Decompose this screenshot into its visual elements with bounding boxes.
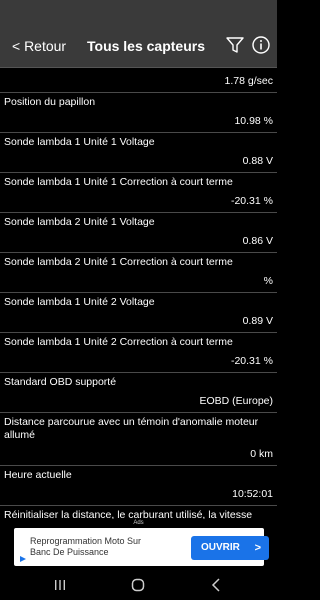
sensor-value: 0.89 V: [242, 315, 273, 327]
ad-text[interactable]: Reprogrammation Moto Sur Banc De Puissan…: [30, 536, 160, 558]
filter-icon[interactable]: [226, 36, 244, 54]
ad-open-label: OUVRIR: [201, 542, 240, 553]
app-header: < Retour Tous les capteurs: [0, 0, 277, 68]
sensor-value: -20.31 %: [230, 195, 273, 207]
sensor-row: Heure actuelle 10:52:01: [0, 466, 277, 506]
back-button[interactable]: < Retour: [12, 38, 66, 54]
sensor-row: Sonde lambda 2 Unité 1 Correction à cour…: [0, 253, 277, 293]
sensor-label: Sonde lambda 2 Unité 1 Voltage: [4, 216, 155, 228]
sensor-label: Position du papillon: [4, 96, 96, 108]
sensor-row: Sonde lambda 1 Unité 2 Voltage 0.89 V: [0, 293, 277, 333]
sensor-label: Sonde lambda 2 Unité 1 Correction à cour…: [4, 256, 233, 268]
sensor-value: 10:52:01: [232, 488, 273, 500]
sensor-label: Heure actuelle: [4, 469, 72, 481]
sensor-value: EOBD (Europe): [199, 395, 273, 407]
sensor-row: 1.78 g/sec: [0, 69, 277, 93]
sensor-list: 1.78 g/sec Position du papillon 10.98 % …: [0, 69, 277, 519]
sensor-value: -20.31 %: [230, 355, 273, 367]
sensor-value: 0.86 V: [242, 235, 273, 247]
sensor-row: Standard OBD supporté EOBD (Europe): [0, 373, 277, 413]
sensor-value: 0.88 V: [242, 155, 273, 167]
sensor-row: Sonde lambda 2 Unité 1 Voltage 0.86 V: [0, 213, 277, 253]
sensor-row: Distance parcourue avec un témoin d'anom…: [0, 413, 277, 466]
sensor-label: Sonde lambda 1 Unité 2 Voltage: [4, 296, 155, 308]
sensor-row: Sonde lambda 1 Unité 1 Correction à cour…: [0, 173, 277, 213]
sensor-row: Réinitialiser la distance, le carburant …: [0, 506, 277, 519]
sensor-label: Sonde lambda 1 Unité 1 Correction à cour…: [4, 176, 233, 188]
system-navigation-bar: [0, 570, 277, 600]
sensor-value: 1.78 g/sec: [224, 75, 273, 87]
sensor-label: Réinitialiser la distance, le carburant …: [4, 509, 253, 519]
sensor-row: Sonde lambda 1 Unité 2 Correction à cour…: [0, 333, 277, 373]
sensor-label: Standard OBD supporté: [4, 376, 117, 388]
info-icon[interactable]: [252, 36, 270, 54]
recent-apps-icon[interactable]: [52, 577, 68, 593]
chevron-right-icon: >: [254, 542, 261, 554]
ads-label: Ads: [133, 520, 144, 526]
sensor-row: Sonde lambda 1 Unité 1 Voltage 0.88 V: [0, 133, 277, 173]
sensor-row: Position du papillon 10.98 %: [0, 93, 277, 133]
sensor-value: 0 km: [250, 448, 273, 460]
sensor-label: Distance parcourue avec un témoin d'anom…: [4, 416, 259, 441]
sensor-label: Sonde lambda 1 Unité 2 Correction à cour…: [4, 336, 233, 348]
ad-choices-icon[interactable]: [20, 556, 26, 562]
ad-banner[interactable]: Reprogrammation Moto Sur Banc De Puissan…: [14, 528, 269, 566]
page-title: Tous les capteurs: [87, 38, 206, 54]
sensor-value: 10.98 %: [234, 115, 273, 127]
back-nav-icon[interactable]: [208, 577, 224, 593]
ad-open-button[interactable]: OUVRIR >: [191, 536, 269, 560]
home-icon[interactable]: [130, 577, 146, 593]
sensor-label: Sonde lambda 1 Unité 1 Voltage: [4, 136, 155, 148]
sensor-value: %: [263, 275, 273, 287]
